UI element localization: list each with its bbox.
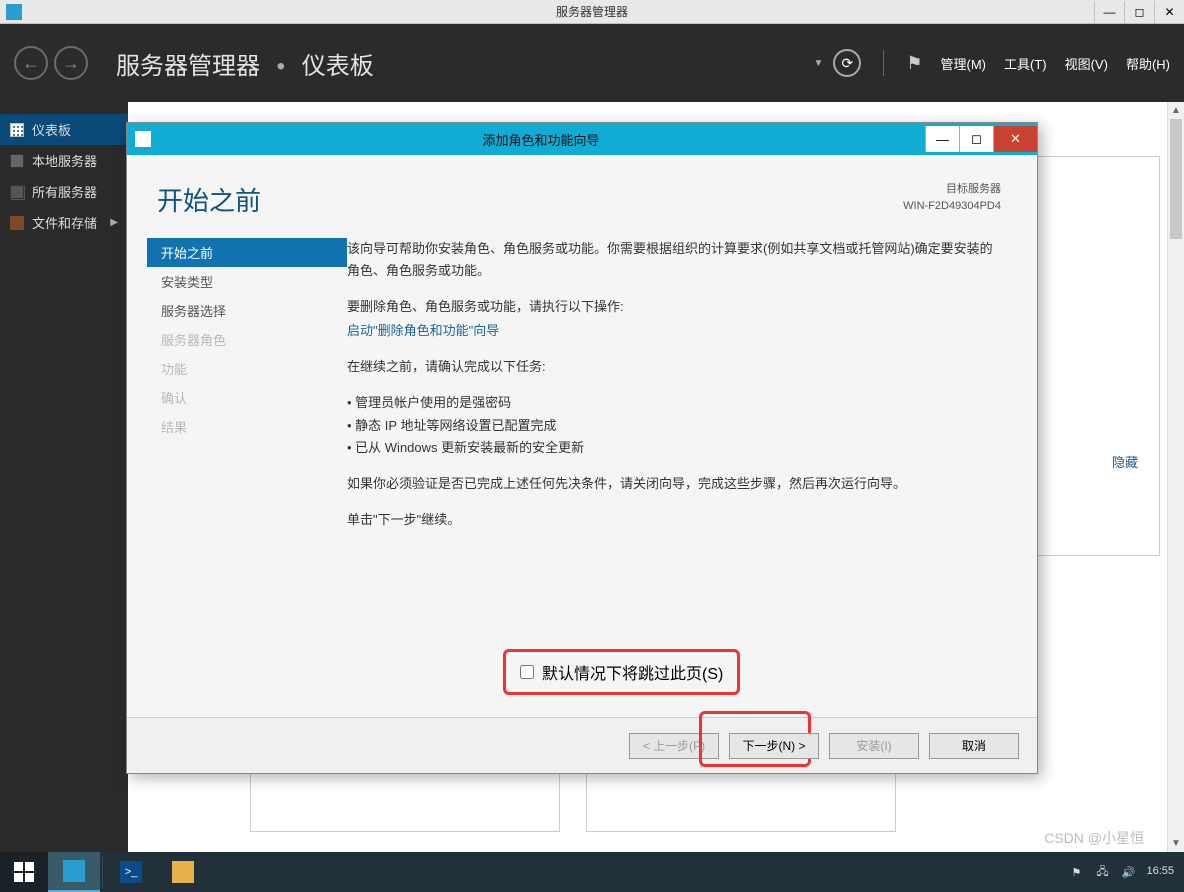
dialog-minimize-button[interactable]: — bbox=[925, 126, 959, 152]
taskbar-divider bbox=[102, 857, 103, 887]
dialog-icon bbox=[135, 131, 151, 147]
folder-icon bbox=[172, 861, 194, 883]
server-icon bbox=[10, 154, 24, 168]
dialog-footer: < 上一步(P) 下一步(N) > 安装(I) 取消 bbox=[127, 717, 1037, 773]
dialog-header: 开始之前 目标服务器 WIN-F2D49304PD4 bbox=[127, 155, 1037, 228]
dashboard-icon bbox=[10, 123, 24, 137]
wizard-step-features: 功能 bbox=[147, 354, 347, 383]
notifications-flag-icon[interactable]: ⚑ bbox=[906, 53, 922, 74]
remove-roles-link[interactable]: 启动"删除角色和功能"向导 bbox=[347, 323, 499, 338]
chevron-right-icon: ▶ bbox=[110, 217, 118, 228]
powershell-icon: >_ bbox=[120, 861, 142, 883]
close-button[interactable]: ✕ bbox=[1154, 1, 1184, 23]
start-button[interactable] bbox=[0, 852, 48, 892]
sidebar-item-file-storage[interactable]: 文件和存储 ▶ bbox=[0, 207, 128, 238]
dialog-title: 添加角色和功能向导 bbox=[157, 130, 925, 149]
servers-icon bbox=[10, 185, 24, 199]
vertical-scrollbar[interactable]: ▲ ▼ bbox=[1167, 102, 1184, 852]
wizard-step-before-begin[interactable]: 开始之前 bbox=[147, 238, 347, 267]
system-tray: ⚑ 🖧 🔊 16:55 bbox=[1068, 864, 1184, 880]
wizard-content: 该向导可帮助你安装角色、角色服务或功能。你需要根据组织的计算要求(例如共享文档或… bbox=[347, 238, 1017, 717]
scroll-down-icon[interactable]: ▼ bbox=[1168, 835, 1184, 852]
scroll-up-icon[interactable]: ▲ bbox=[1168, 102, 1184, 119]
dialog-close-button[interactable]: ✕ bbox=[993, 126, 1037, 152]
skip-page-checkbox[interactable] bbox=[520, 665, 534, 679]
add-roles-wizard-dialog: 添加角色和功能向导 — ◻ ✕ 开始之前 目标服务器 WIN-F2D49304P… bbox=[126, 122, 1038, 774]
taskbar: >_ ⚑ 🖧 🔊 16:55 bbox=[0, 852, 1184, 892]
wizard-steps-nav: 开始之前 安装类型 服务器选择 服务器角色 功能 确认 结果 bbox=[147, 238, 347, 717]
menu-manage[interactable]: 管理(M) bbox=[941, 54, 987, 73]
sidebar-item-local-server[interactable]: 本地服务器 bbox=[0, 145, 128, 176]
intro-paragraph-2: 要删除角色、角色服务或功能，请执行以下操作: bbox=[347, 296, 1005, 318]
intro-paragraph-3: 在继续之前，请确认完成以下任务: bbox=[347, 356, 1005, 378]
wizard-heading: 开始之前 bbox=[157, 181, 261, 218]
nav-forward-button[interactable]: → bbox=[54, 46, 88, 80]
dialog-body: 开始之前 安装类型 服务器选择 服务器角色 功能 确认 结果 该向导可帮助你安装… bbox=[127, 228, 1037, 717]
intro-paragraph-4: 如果你必须验证是否已完成上述任何先决条件，请关闭向导，完成这些步骤，然后再次运行… bbox=[347, 473, 1005, 495]
sidebar-item-all-servers[interactable]: 所有服务器 bbox=[0, 176, 128, 207]
next-button[interactable]: 下一步(N) > bbox=[729, 733, 819, 759]
window-title: 服务器管理器 bbox=[556, 3, 628, 20]
breadcrumb-separator: • bbox=[277, 53, 285, 80]
menu-tools[interactable]: 工具(T) bbox=[1004, 54, 1047, 73]
intro-paragraph-5: 单击"下一步"继续。 bbox=[347, 509, 1005, 531]
scrollbar-thumb[interactable] bbox=[1170, 119, 1182, 239]
nav-back-button[interactable]: ← bbox=[14, 46, 48, 80]
sidebar-label: 文件和存储 bbox=[32, 213, 97, 232]
dialog-titlebar[interactable]: 添加角色和功能向导 — ◻ ✕ bbox=[127, 123, 1037, 155]
hide-link[interactable]: 隐藏 bbox=[1112, 452, 1138, 471]
header-divider bbox=[883, 50, 884, 76]
breadcrumb-root[interactable]: 服务器管理器 bbox=[116, 53, 260, 80]
prerequisites-list: 管理员帐户使用的是强密码 静态 IP 地址等网络设置已配置完成 已从 Windo… bbox=[347, 392, 1005, 458]
target-server-name: WIN-F2D49304PD4 bbox=[903, 198, 1001, 215]
maximize-button[interactable]: ◻ bbox=[1124, 1, 1154, 23]
server-manager-header: ← → 服务器管理器 • 仪表板 ▼ ⟳ ⚑ 管理(M) 工具(T) 视图(V)… bbox=[0, 24, 1184, 102]
skip-page-checkbox-row: 默认情况下将跳过此页(S) bbox=[503, 649, 740, 695]
sidebar-label: 所有服务器 bbox=[32, 182, 97, 201]
minimize-button[interactable]: — bbox=[1094, 1, 1124, 23]
tray-network-icon[interactable]: 🖧 bbox=[1094, 864, 1110, 880]
refresh-button[interactable]: ⟳ bbox=[833, 49, 861, 77]
taskbar-file-explorer[interactable] bbox=[157, 852, 209, 892]
breadcrumb: 服务器管理器 • 仪表板 bbox=[116, 46, 813, 81]
server-manager-icon bbox=[63, 860, 85, 882]
intro-paragraph-1: 该向导可帮助你安装角色、角色服务或功能。你需要根据组织的计算要求(例如共享文档或… bbox=[347, 238, 1005, 282]
target-server-label: 目标服务器 bbox=[903, 181, 1001, 198]
taskbar-powershell[interactable]: >_ bbox=[105, 852, 157, 892]
dialog-maximize-button[interactable]: ◻ bbox=[959, 126, 993, 152]
skip-page-label[interactable]: 默认情况下将跳过此页(S) bbox=[542, 660, 723, 684]
tray-volume-icon[interactable]: 🔊 bbox=[1120, 864, 1136, 880]
app-window-titlebar: 服务器管理器 — ◻ ✕ bbox=[0, 0, 1184, 24]
wizard-step-confirm: 确认 bbox=[147, 383, 347, 412]
wizard-step-server-selection[interactable]: 服务器选择 bbox=[147, 296, 347, 325]
app-icon bbox=[6, 4, 22, 20]
menu-view[interactable]: 视图(V) bbox=[1065, 54, 1108, 73]
sidebar-item-dashboard[interactable]: 仪表板 bbox=[0, 114, 128, 145]
wizard-step-results: 结果 bbox=[147, 412, 347, 441]
taskbar-server-manager[interactable] bbox=[48, 852, 100, 892]
prerequisite-item: 已从 Windows 更新安装最新的安全更新 bbox=[347, 437, 1005, 459]
wizard-step-server-roles: 服务器角色 bbox=[147, 325, 347, 354]
windows-logo-icon bbox=[14, 862, 34, 882]
install-button: 安装(I) bbox=[829, 733, 919, 759]
target-server-info: 目标服务器 WIN-F2D49304PD4 bbox=[903, 181, 1001, 214]
prerequisite-item: 管理员帐户使用的是强密码 bbox=[347, 392, 1005, 414]
sidebar: 仪表板 本地服务器 所有服务器 文件和存储 ▶ bbox=[0, 102, 128, 852]
cancel-button[interactable]: 取消 bbox=[929, 733, 1019, 759]
breadcrumb-current: 仪表板 bbox=[302, 53, 374, 80]
prerequisite-item: 静态 IP 地址等网络设置已配置完成 bbox=[347, 415, 1005, 437]
tray-clock[interactable]: 16:55 bbox=[1146, 865, 1174, 878]
storage-icon bbox=[10, 216, 24, 230]
menu-help[interactable]: 帮助(H) bbox=[1126, 54, 1170, 73]
sidebar-label: 仪表板 bbox=[32, 120, 71, 139]
tray-flag-icon[interactable]: ⚑ bbox=[1068, 864, 1084, 880]
breadcrumb-dropdown-icon[interactable]: ▼ bbox=[813, 58, 823, 69]
wizard-step-install-type[interactable]: 安装类型 bbox=[147, 267, 347, 296]
sidebar-label: 本地服务器 bbox=[32, 151, 97, 170]
